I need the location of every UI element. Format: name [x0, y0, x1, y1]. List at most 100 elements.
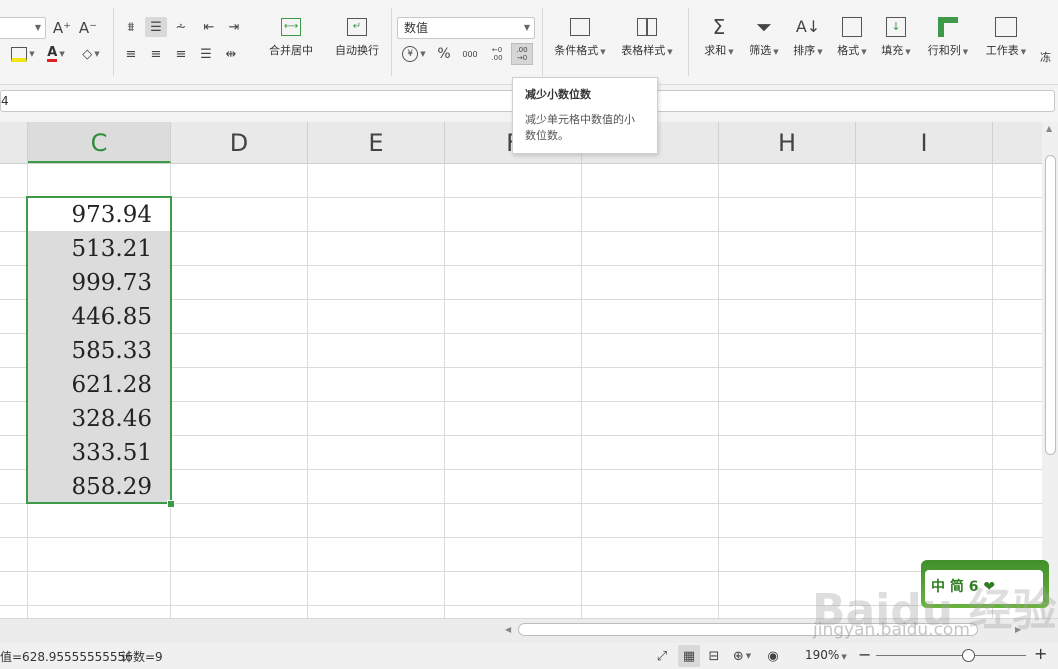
zoom-value: 190%	[805, 648, 840, 662]
font-color-icon: A	[47, 45, 58, 62]
increase-indent-button[interactable]: ⇥	[223, 17, 245, 37]
conditional-format-button[interactable]: 条件格式 ▼	[549, 18, 611, 58]
font-shrink-icon: A⁻	[78, 19, 98, 37]
distributed-button[interactable]: ⇹	[220, 44, 242, 64]
font-color-button[interactable]: A ▼	[42, 44, 70, 64]
chevron-down-icon: ▼	[817, 48, 823, 56]
column-header-e[interactable]: E	[308, 122, 445, 163]
thousands-button[interactable]: 000	[459, 44, 481, 64]
align-right-button[interactable]: ≡	[170, 44, 192, 64]
watermark-url: jingyan.baidu.com	[813, 620, 970, 640]
zoom-level[interactable]: 190% ▼	[805, 648, 847, 662]
zoom-in-icon[interactable]: +	[1034, 644, 1047, 663]
number-format-select[interactable]: 数值 ▼	[397, 17, 535, 39]
sum-label: 求和	[704, 44, 727, 57]
sort-button[interactable]: A↓ 排序 ▼	[789, 16, 827, 58]
justify-button[interactable]: ☰	[195, 44, 217, 64]
align-left-button[interactable]: ≡	[120, 44, 142, 64]
column-header-d[interactable]: D	[171, 122, 308, 163]
chevron-down-icon: ▼	[1020, 48, 1027, 56]
divider	[688, 8, 689, 76]
chevron-down-icon: ▼	[29, 50, 35, 58]
chevron-down-icon: ▼	[962, 48, 969, 56]
scroll-up-icon[interactable]: ▲	[1046, 124, 1052, 133]
table-style-icon	[637, 18, 657, 36]
zoom-slider-track[interactable]	[876, 655, 1026, 656]
font-grow-icon: A⁺	[52, 19, 72, 37]
formula-bar-value: 4	[1, 94, 9, 108]
number-format-value: 数值	[404, 21, 429, 35]
worksheet-icon	[995, 17, 1017, 37]
column-header-h[interactable]: H	[719, 122, 856, 163]
percent-button[interactable]: %	[433, 44, 455, 64]
chevron-down-icon: ▼	[905, 48, 911, 56]
align-middle-button[interactable]: ☰	[145, 17, 167, 37]
zoom-slider-thumb[interactable]	[962, 649, 975, 662]
ribbon-toolbar: ▼ A⁺ A⁻ ▼ A ▼ ◇ ▼ ⩩ ☰ ⩪ ⇤ ⇥ ≡ ≡ ≡ ☰ ⇹ ⟷ 合并…	[0, 0, 1058, 85]
sigma-icon: Σ	[712, 15, 726, 39]
decrease-indent-button[interactable]: ⇤	[198, 17, 220, 37]
format-button[interactable]: 格式 ▼	[833, 16, 871, 58]
freeze-button[interactable]: 冻	[1040, 49, 1058, 65]
merge-center-button[interactable]: ⟷ 合并居中	[260, 18, 322, 58]
font-size-select[interactable]: ▼	[0, 17, 46, 39]
row-col-label: 行和列	[927, 44, 961, 57]
increase-decimal-icon: ←0 .00	[491, 46, 503, 62]
scroll-left-icon[interactable]: ◀	[505, 625, 511, 634]
column-header-i[interactable]: I	[856, 122, 993, 163]
align-bottom-button[interactable]: ⩪	[170, 17, 192, 37]
chevron-down-icon: ▼	[523, 23, 530, 32]
font-shrink-button[interactable]: A⁻	[78, 17, 98, 39]
conditional-format-label: 条件格式	[554, 44, 599, 57]
filter-button[interactable]: ⏷ 筛选 ▼	[745, 16, 783, 58]
grid-line	[0, 537, 1042, 538]
zoom-out-icon[interactable]: −	[858, 645, 871, 664]
chevron-down-icon: ▼	[59, 50, 65, 58]
page-break-view-icon[interactable]: ⊟	[704, 646, 724, 666]
column-header-c[interactable]: C	[28, 122, 171, 163]
wrap-text-label: 自动换行	[335, 44, 379, 57]
align-left-icon: ≡	[125, 46, 137, 62]
fill-down-icon: ↓	[886, 17, 906, 37]
row-header-corner	[0, 122, 28, 163]
align-top-button[interactable]: ⩩	[120, 17, 142, 37]
align-top-icon: ⩩	[127, 19, 135, 35]
funnel-icon: ⏷	[756, 15, 772, 39]
percent-icon: %	[437, 46, 451, 62]
eye-protection-icon[interactable]: ◉	[762, 646, 784, 666]
fullscreen-icon[interactable]: ⤢	[652, 646, 672, 666]
spreadsheet-grid[interactable]: C D E F G H I 973.94 513.21 999.73 446.8…	[0, 122, 1042, 618]
increase-decimal-button[interactable]: ←0 .00	[486, 44, 508, 64]
filter-label: 筛选	[749, 44, 772, 57]
status-bar: 值=628.95555555556 计数=9 ⤢ ▦ ⊟ ⊕ ▼ ◉ 190% ▼ …	[0, 643, 1058, 669]
sum-button[interactable]: Σ 求和 ▼	[700, 16, 738, 58]
fill-button[interactable]: ↓ 填充 ▼	[877, 16, 915, 58]
worksheet-button[interactable]: 工作表 ▼	[980, 16, 1032, 58]
align-center-icon: ≡	[150, 46, 162, 62]
fill-handle[interactable]	[167, 500, 175, 508]
sort-icon: A↓	[795, 17, 821, 36]
format-icon	[842, 17, 862, 37]
tooltip: 减少小数位数 减少单元格中数值的小数位数。	[512, 77, 658, 154]
row-col-icon	[938, 17, 958, 37]
normal-view-icon[interactable]: ▦	[678, 645, 700, 667]
wrap-text-button[interactable]: ↵ 自动换行	[330, 18, 384, 58]
chevron-down-icon: ▼	[600, 48, 606, 56]
table-style-button[interactable]: 表格样式 ▼	[616, 18, 678, 58]
reading-mode-icon[interactable]: ⊕ ▼	[730, 646, 754, 666]
fill-color-button[interactable]: ▼	[6, 44, 40, 64]
divider	[113, 8, 114, 76]
font-grow-button[interactable]: A⁺	[52, 17, 72, 39]
table-style-label: 表格样式	[621, 44, 666, 57]
grid-line	[0, 571, 1042, 572]
vertical-scroll-thumb[interactable]	[1045, 155, 1056, 455]
divider	[391, 8, 392, 76]
align-center-button[interactable]: ≡	[145, 44, 167, 64]
currency-button[interactable]: ¥ ▼	[400, 44, 428, 64]
decrease-decimal-button[interactable]: .00 →0	[511, 43, 533, 65]
row-col-button[interactable]: 行和列 ▼	[922, 16, 974, 58]
clear-format-button[interactable]: ◇ ▼	[76, 44, 106, 64]
merge-cells-icon: ⟷	[281, 18, 301, 36]
align-middle-icon: ☰	[150, 19, 162, 35]
conditional-format-icon	[570, 18, 590, 36]
